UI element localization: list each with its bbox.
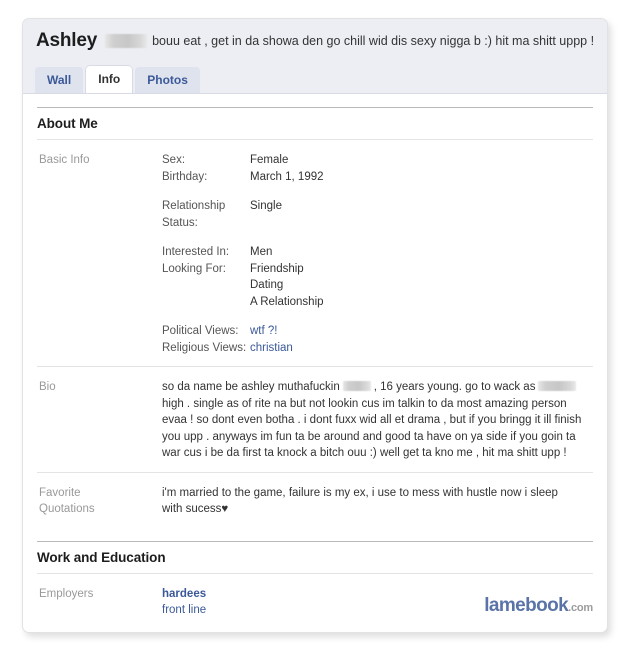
profile-name: Ashley <box>36 30 98 51</box>
field-value: A Relationship <box>250 295 324 308</box>
field-key-spacer <box>162 294 250 311</box>
field-value: Men <box>250 246 273 258</box>
redacted-lastname-block <box>105 34 148 48</box>
row-label-basic-info: Basic Info <box>39 154 90 166</box>
screenshot-root: Ashley bouu eat , get in da showa den go … <box>0 0 630 651</box>
section-heading-about-me: About Me <box>37 107 593 131</box>
field-value: March 1, 1992 <box>250 170 324 183</box>
row-basic-info: Basic Info Sex: Female Birthday: March 1… <box>37 140 593 366</box>
field-value-religious-views[interactable]: christian <box>250 340 293 357</box>
profile-tabs: Wall Info Photos <box>35 66 203 93</box>
basic-info-line: Sex: Female <box>162 152 593 169</box>
row-label-employers: Employers <box>39 587 94 600</box>
redacted-bio-block-2 <box>538 381 577 391</box>
basic-info-line: Relationship Status: Single <box>162 198 593 231</box>
field-value: Friendship <box>250 262 304 275</box>
field-key: Looking For: <box>162 262 226 275</box>
bio-text-part-3: high . single as of rite na but not look… <box>162 397 582 460</box>
watermark-brand: lamebook <box>484 595 569 616</box>
bio-text-part-2: , 16 years young. go to wack as <box>373 381 536 393</box>
basic-info-line: Religious Views: christian <box>162 340 593 357</box>
basic-info-line: A Relationship <box>162 294 593 311</box>
field-value: Dating <box>250 279 284 291</box>
field-key: Religious Views: <box>162 341 247 354</box>
profile-name-and-status: Ashley bouu eat , get in da showa den go … <box>36 30 603 52</box>
redacted-bio-block-1 <box>342 381 371 391</box>
field-key: Interested In: <box>162 246 230 258</box>
basic-info-line: Birthday: March 1, 1992 <box>162 169 593 186</box>
field-value: Single <box>250 200 282 212</box>
field-key: Political Views: <box>162 325 239 337</box>
tab-wall[interactable]: Wall <box>35 67 84 93</box>
profile-info-body: About Me Basic Info Sex: Female Birthday… <box>23 107 607 628</box>
row-label-favorite-quotations: Favorite Quotations <box>37 485 162 518</box>
basic-info-group: Relationship Status: Single <box>162 198 593 231</box>
field-key: Sex: <box>162 154 186 166</box>
row-content-basic-info: Sex: Female Birthday: March 1, 1992 Rela… <box>162 152 593 356</box>
lamebook-watermark: lamebook.com <box>484 595 593 616</box>
field-key-spacer <box>162 277 250 294</box>
basic-info-line: Dating <box>162 277 593 294</box>
section-heading-work-education: Work and Education <box>37 540 593 565</box>
basic-info-line: Looking For: Friendship <box>162 261 593 278</box>
basic-info-line: Political Views: wtf ?! <box>162 323 593 340</box>
basic-info-group: Sex: Female Birthday: March 1, 1992 <box>162 152 593 185</box>
row-content-bio: so da name be ashley muthafuckin , 16 yea… <box>162 379 582 462</box>
basic-info-line: Interested In: Men <box>162 244 593 261</box>
facebook-profile-card: Ashley bouu eat , get in da showa den go … <box>22 18 608 633</box>
tab-info[interactable]: Info <box>86 66 133 93</box>
tab-photos[interactable]: Photos <box>135 67 200 93</box>
field-value-political-views[interactable]: wtf ?! <box>250 323 277 340</box>
bio-text-part-1: so da name be ashley muthafuckin <box>162 381 340 393</box>
field-value: Female <box>250 154 289 166</box>
row-label-line-1: Favorite <box>39 486 81 499</box>
row-bio: Bio so da name be ashley muthafuckin , 16… <box>37 366 593 472</box>
field-key: Birthday: <box>162 170 208 183</box>
profile-status-text: bouu eat , get in da showa den go chill … <box>152 34 595 48</box>
row-favorite-quotations: Favorite Quotations i'm married to the g… <box>37 471 593 528</box>
row-content-favorite-quotations: i'm married to the game, failure is my e… <box>162 486 558 516</box>
profile-header: Ashley bouu eat , get in da showa den go … <box>23 19 607 94</box>
watermark-tld: .com <box>568 602 593 614</box>
basic-info-group: Interested In: Men Looking For: Friendsh… <box>162 244 593 310</box>
row-label-bio: Bio <box>39 381 56 393</box>
field-key: Relationship Status: <box>162 200 226 229</box>
row-label-line-2: Quotations <box>39 502 95 515</box>
basic-info-group: Political Views: wtf ?! Religious Views:… <box>162 323 593 356</box>
